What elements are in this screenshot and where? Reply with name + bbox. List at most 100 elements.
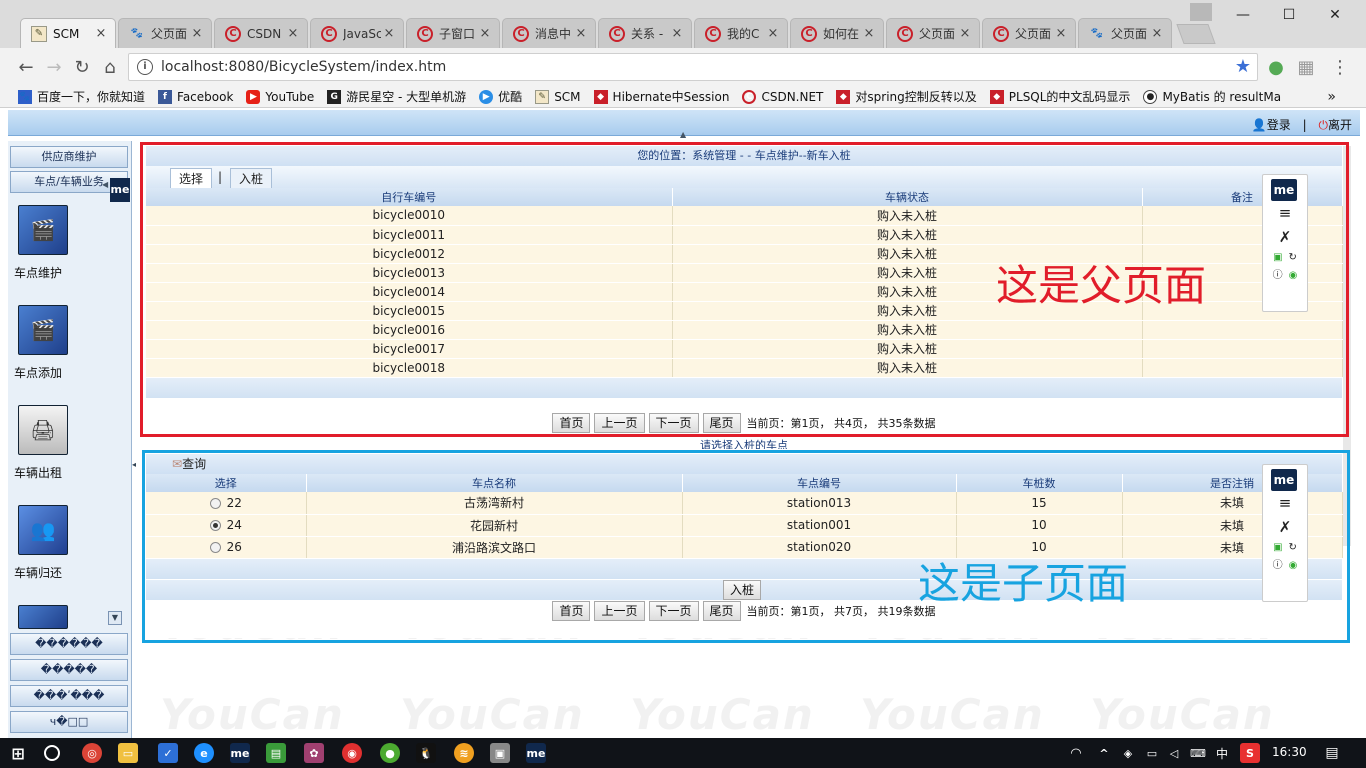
- clock[interactable]: 16:30: [1272, 745, 1307, 759]
- app-icon[interactable]: ✿: [304, 743, 324, 763]
- users-icon[interactable]: [18, 605, 68, 629]
- extension-circle-icon[interactable]: ●: [1264, 56, 1288, 80]
- tab-how-to[interactable]: C 如何在 ×: [790, 18, 884, 48]
- window-close-icon[interactable]: ✕: [1312, 0, 1358, 30]
- me-app-icon[interactable]: me: [230, 743, 250, 763]
- url-text: localhost:8080/BicycleSystem/index.htm: [161, 59, 447, 75]
- csdn-icon: C: [321, 25, 337, 42]
- wifi-icon[interactable]: ◠: [1066, 743, 1086, 763]
- url-field[interactable]: i localhost:8080/BicycleSystem/index.htm…: [128, 53, 1258, 81]
- ime-indicator[interactable]: 中: [1212, 743, 1232, 763]
- sidebar-bottom-button-4[interactable]: ч�□□: [10, 711, 128, 733]
- bookmarks-more-icon[interactable]: »: [1327, 89, 1336, 105]
- sidebar-item-station-maintain[interactable]: 车点维护: [14, 264, 62, 281]
- tab-parent-page-4[interactable]: 🐾 父页面 ×: [1078, 18, 1172, 48]
- close-icon[interactable]: ×: [573, 26, 589, 41]
- sidebar-item-station-add[interactable]: 车点添加: [14, 364, 62, 381]
- keyboard-icon[interactable]: ⌨: [1188, 743, 1208, 763]
- sidebar-bottom-button-2[interactable]: �����: [10, 659, 128, 681]
- close-icon[interactable]: ×: [477, 26, 493, 41]
- tab-relation[interactable]: C 关系 - ×: [598, 18, 692, 48]
- tab-message[interactable]: C 消息中 ×: [502, 18, 596, 48]
- app-icon[interactable]: ✓: [158, 743, 178, 763]
- shield-icon[interactable]: ◈: [1118, 743, 1138, 763]
- bookmark-facebook[interactable]: f Facebook: [158, 89, 233, 104]
- notification-icon[interactable]: ▤: [1322, 743, 1342, 763]
- sidebar-item-return[interactable]: 车辆归还: [14, 564, 62, 581]
- bookmark-gamersky[interactable]: G 游民星空 - 大型单机游: [327, 88, 466, 105]
- sidebar-supplier-button[interactable]: 供应商维护: [10, 146, 128, 168]
- close-icon[interactable]: ×: [381, 26, 397, 41]
- wifi-share-icon[interactable]: ≋: [454, 743, 474, 763]
- close-icon[interactable]: ×: [1053, 26, 1069, 41]
- collapse-up-icon[interactable]: ▲: [680, 130, 686, 139]
- chevron-left-icon[interactable]: ◀: [102, 180, 108, 189]
- close-icon[interactable]: ×: [957, 26, 973, 41]
- netease-music-icon[interactable]: ◉: [342, 743, 362, 763]
- extension-grid-icon[interactable]: ▦: [1294, 56, 1318, 80]
- close-icon[interactable]: ×: [93, 26, 109, 41]
- scroll-down-icon[interactable]: ▼: [108, 611, 122, 625]
- me-extension-icon[interactable]: me: [110, 178, 130, 202]
- tab-child-window[interactable]: C 子窗口 ×: [406, 18, 500, 48]
- folder-icon[interactable]: ▭: [118, 743, 138, 763]
- login-link[interactable]: 登录: [1267, 118, 1291, 132]
- close-icon[interactable]: ×: [765, 26, 781, 41]
- windows-start-icon[interactable]: ⊞: [8, 743, 28, 763]
- close-icon[interactable]: ×: [669, 26, 685, 41]
- qq-icon[interactable]: 🐧: [416, 743, 436, 763]
- profile-icon[interactable]: [1190, 3, 1212, 21]
- close-icon[interactable]: ×: [189, 26, 205, 41]
- tab-parent-page-3[interactable]: C 父页面 ×: [982, 18, 1076, 48]
- logout-link[interactable]: 离开: [1328, 118, 1352, 132]
- bookmark-plsql[interactable]: ◆ PLSQL的中文乱码显示: [989, 88, 1130, 105]
- tab-label: 父页面: [919, 27, 956, 41]
- battery-icon[interactable]: ▭: [1142, 743, 1162, 763]
- tab-parent-page[interactable]: 🐾 父页面 ×: [118, 18, 212, 48]
- new-tab-button[interactable]: [1176, 24, 1216, 44]
- me-app-icon[interactable]: me: [526, 743, 546, 763]
- sidebar-item-rent[interactable]: 车辆出租: [14, 464, 62, 481]
- bookmark-youtube[interactable]: ▶ YouTube: [246, 89, 314, 104]
- tab-label: CSDN: [247, 26, 282, 41]
- printer-icon[interactable]: 🖨: [18, 405, 68, 455]
- maximize-icon[interactable]: ☐: [1266, 0, 1312, 30]
- users-icon[interactable]: 👥: [18, 505, 68, 555]
- browser-icon[interactable]: e: [194, 743, 214, 763]
- sidebar-bottom-button-1[interactable]: ������: [10, 633, 128, 655]
- app-icon[interactable]: ●: [380, 743, 400, 763]
- bookmark-baidu[interactable]: 🐾 百度一下，你就知道: [18, 88, 145, 105]
- close-icon[interactable]: ×: [1149, 26, 1165, 41]
- tab-csdn[interactable]: C CSDN ×: [214, 18, 308, 48]
- chevron-up-icon[interactable]: ^: [1094, 743, 1114, 763]
- bookmark-hibernate[interactable]: ◆ Hibernate中Session: [593, 88, 729, 105]
- home-icon[interactable]: ⌂: [98, 56, 122, 80]
- tab-my-csdn[interactable]: C 我的C ×: [694, 18, 788, 48]
- clapperboard-icon[interactable]: 🎬: [18, 205, 68, 255]
- sogou-ime-icon[interactable]: S: [1240, 743, 1260, 763]
- bookmark-csdn[interactable]: C CSDN.NET: [742, 89, 823, 104]
- tab-scm[interactable]: ✎ SCM ×: [20, 18, 116, 48]
- tab-javascript[interactable]: C JavaSc ×: [310, 18, 404, 48]
- back-icon[interactable]: ←: [14, 56, 38, 80]
- app-icon[interactable]: ▣: [490, 743, 510, 763]
- close-icon[interactable]: ×: [285, 26, 301, 41]
- reload-icon[interactable]: ↻: [70, 56, 94, 80]
- forward-icon[interactable]: →: [42, 56, 66, 80]
- cortana-icon[interactable]: [44, 745, 60, 761]
- chrome-icon[interactable]: ◎: [82, 743, 102, 763]
- bookmark-scm[interactable]: ✎ SCM: [535, 89, 581, 104]
- menu-dots-icon[interactable]: ⋮: [1328, 56, 1352, 80]
- bookmark-star-icon[interactable]: ★: [1235, 56, 1251, 77]
- bookmark-youku[interactable]: ▶ 优酷: [479, 88, 522, 105]
- tab-label: 父页面: [1111, 27, 1148, 41]
- bookmark-mybatis[interactable]: ● MyBatis 的 resultMa: [1143, 88, 1281, 105]
- bookmark-spring[interactable]: ◆ 对spring控制反转以及: [836, 88, 977, 105]
- volume-icon[interactable]: ◁: [1164, 743, 1184, 763]
- clapperboard-icon[interactable]: 🎬: [18, 305, 68, 355]
- tab-parent-page-2[interactable]: C 父页面 ×: [886, 18, 980, 48]
- app-icon[interactable]: ▤: [266, 743, 286, 763]
- minimize-icon[interactable]: —: [1220, 0, 1266, 30]
- sidebar-bottom-button-3[interactable]: ���ʹ���: [10, 685, 128, 707]
- close-icon[interactable]: ×: [861, 26, 877, 41]
